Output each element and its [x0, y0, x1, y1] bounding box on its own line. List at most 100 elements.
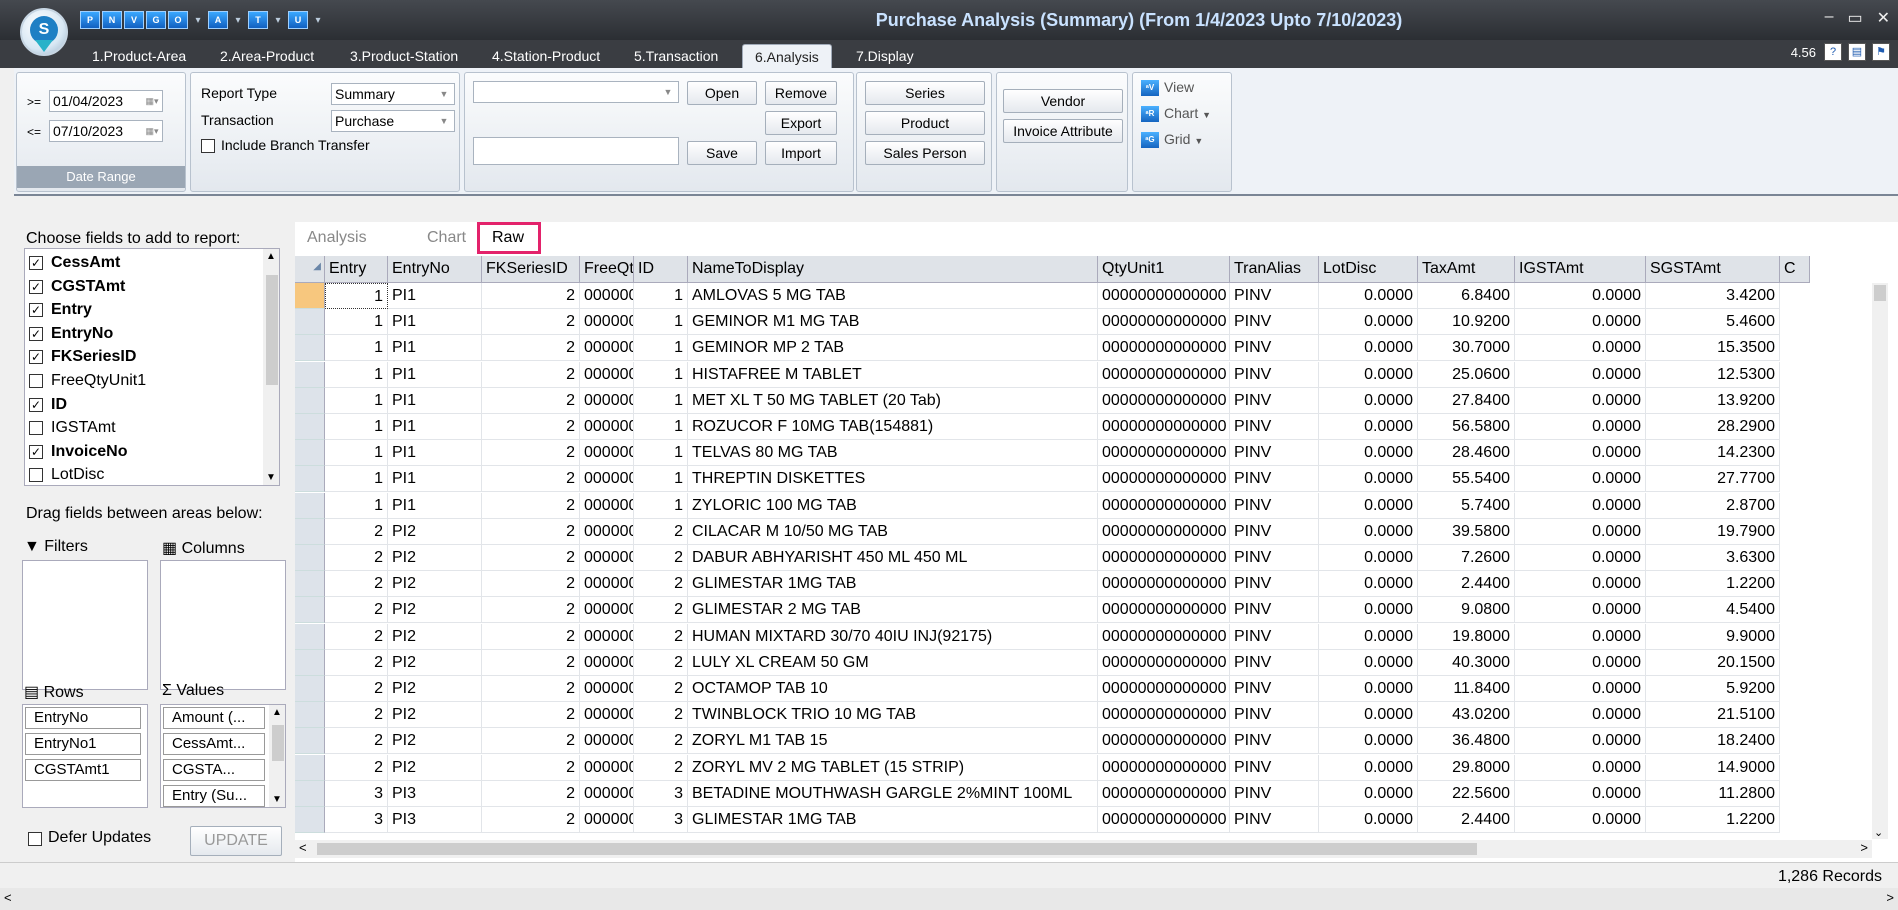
tab-analysis-grid[interactable]: Analysis Grid: [295, 222, 379, 278]
sales-person-button[interactable]: Sales Person: [865, 141, 985, 165]
table-cell[interactable]: PINV: [1230, 702, 1319, 729]
table-row[interactable]: 2PI22000000000000002GLIMESTAR 1MG TAB000…: [295, 571, 1780, 598]
table-cell[interactable]: 0.0000: [1515, 335, 1646, 362]
table-cell[interactable]: PINV: [1230, 545, 1319, 571]
column-header[interactable]: LotDisc: [1319, 256, 1418, 283]
table-cell[interactable]: BETADINE MOUTHWASH GARGLE 2%MINT 100ML: [688, 780, 1098, 807]
from-date-field[interactable]: 01/04/2023 ▦▾: [49, 90, 163, 112]
column-header[interactable]: NameToDisplay: [688, 256, 1098, 283]
remove-button[interactable]: Remove: [765, 81, 837, 105]
table-cell[interactable]: 11.2800: [1646, 780, 1780, 807]
table-cell[interactable]: MET XL T 50 MG TABLET (20 Tab): [688, 387, 1098, 414]
table-cell[interactable]: 00000000000000: [1098, 702, 1230, 729]
zone-field-item[interactable]: CessAmt...: [163, 733, 265, 755]
table-cell[interactable]: 2: [482, 754, 580, 781]
row-indicator[interactable]: [295, 361, 325, 388]
table-cell[interactable]: 00000000000000: [1098, 623, 1230, 650]
close-icon[interactable]: ✕: [1877, 8, 1890, 28]
table-cell[interactable]: PI2: [388, 728, 482, 755]
table-cell[interactable]: 0.0000: [1319, 754, 1418, 781]
table-cell[interactable]: HUMAN MIXTARD 30/70 40IU INJ(92175): [688, 623, 1098, 650]
filters-zone[interactable]: [22, 560, 148, 690]
table-row[interactable]: 3PI32000000000000003GLIMESTAR 1MG TAB000…: [295, 807, 1780, 833]
table-cell[interactable]: TWINBLOCK TRIO 10 MG TAB: [688, 702, 1098, 729]
table-cell[interactable]: 00000000000000: [1098, 649, 1230, 676]
table-cell[interactable]: 1: [325, 466, 388, 493]
table-row[interactable]: 1PI12000000000000001AMLOVAS 5 MG TAB0000…: [295, 283, 1780, 309]
table-cell[interactable]: 0.0000: [1319, 361, 1418, 388]
table-cell[interactable]: 00000000000000: [1098, 492, 1230, 519]
table-cell[interactable]: ZYLORIC 100 MG TAB: [688, 492, 1098, 519]
scroll-right-icon[interactable]: >: [1886, 890, 1894, 905]
table-cell[interactable]: PI1: [388, 361, 482, 388]
table-cell[interactable]: 2: [482, 466, 580, 493]
table-cell[interactable]: PINV: [1230, 387, 1319, 414]
table-cell[interactable]: 2: [325, 728, 388, 755]
table-cell[interactable]: 2: [634, 623, 688, 650]
table-cell[interactable]: PINV: [1230, 623, 1319, 650]
grid-hscrollbar[interactable]: < >: [295, 840, 1872, 858]
table-cell[interactable]: 00000000000000: [580, 807, 634, 833]
select-all-corner[interactable]: ◢: [295, 256, 325, 283]
table-cell[interactable]: 1.2200: [1646, 571, 1780, 598]
table-cell[interactable]: 11.8400: [1418, 676, 1515, 702]
table-cell[interactable]: 00000000000000: [1098, 807, 1230, 833]
table-cell[interactable]: 00000000000000: [580, 649, 634, 676]
table-cell[interactable]: 4.5400: [1646, 597, 1780, 624]
table-cell[interactable]: 1: [634, 283, 688, 309]
tab-station-product[interactable]: 4.Station-Product: [486, 44, 606, 68]
table-cell[interactable]: PI2: [388, 545, 482, 571]
table-cell[interactable]: 56.5800: [1418, 414, 1515, 440]
table-cell[interactable]: 29.8000: [1418, 754, 1515, 781]
table-cell[interactable]: PI1: [388, 414, 482, 440]
table-cell[interactable]: CILACAR M 10/50 MG TAB: [688, 518, 1098, 545]
table-cell[interactable]: 1: [325, 492, 388, 519]
table-cell[interactable]: 0.0000: [1515, 283, 1646, 309]
table-cell[interactable]: 0.0000: [1515, 309, 1646, 336]
table-cell[interactable]: 00000000000000: [580, 492, 634, 519]
field-item[interactable]: ✓ EntryNo: [29, 322, 113, 346]
table-row[interactable]: 2PI22000000000000002LULY XL CREAM 50 GM0…: [295, 649, 1780, 676]
table-cell[interactable]: 2: [325, 545, 388, 571]
document-icon[interactable]: ▤: [1848, 43, 1866, 61]
rows-zone[interactable]: EntryNo EntryNo1 CGSTAmt1: [22, 704, 148, 808]
table-cell[interactable]: 2: [325, 623, 388, 650]
layout-select[interactable]: ▼: [473, 81, 679, 103]
app-logo[interactable]: S: [20, 8, 68, 56]
table-cell[interactable]: 2.4400: [1418, 571, 1515, 598]
table-cell[interactable]: 9.0800: [1418, 597, 1515, 624]
grid-hscroll-thumb[interactable]: [317, 843, 1477, 855]
row-indicator[interactable]: [295, 440, 325, 467]
table-cell[interactable]: 00000000000000: [580, 361, 634, 388]
table-cell[interactable]: 2: [634, 649, 688, 676]
table-cell[interactable]: 00000000000000: [1098, 518, 1230, 545]
to-date-field[interactable]: 07/10/2023 ▦▾: [49, 120, 163, 142]
table-cell[interactable]: 3: [325, 807, 388, 833]
table-cell[interactable]: 1: [634, 309, 688, 336]
table-cell[interactable]: HISTAFREE M TABLET: [688, 361, 1098, 388]
row-indicator[interactable]: [295, 623, 325, 650]
table-cell[interactable]: PINV: [1230, 283, 1319, 309]
columns-zone[interactable]: [160, 560, 286, 690]
table-cell[interactable]: PINV: [1230, 571, 1319, 598]
field-checkbox[interactable]: [29, 421, 43, 436]
scroll-left-icon[interactable]: <: [4, 890, 12, 905]
table-cell[interactable]: PINV: [1230, 309, 1319, 336]
table-row[interactable]: 2PI22000000000000002ZORYL MV 2 MG TABLET…: [295, 754, 1780, 781]
table-cell[interactable]: 3.6300: [1646, 545, 1780, 571]
table-cell[interactable]: 2: [482, 623, 580, 650]
field-checkbox[interactable]: ✓: [29, 350, 43, 365]
field-list-scrollbar[interactable]: ▲ ▼: [263, 249, 279, 485]
table-cell[interactable]: 2: [482, 309, 580, 336]
table-cell[interactable]: 0.0000: [1515, 492, 1646, 519]
grid-button[interactable]: ᵃG Grid ▼: [1141, 131, 1203, 149]
table-cell[interactable]: 2.4400: [1418, 807, 1515, 833]
table-cell[interactable]: 27.8400: [1418, 387, 1515, 414]
table-cell[interactable]: 00000000000000: [580, 702, 634, 729]
table-cell[interactable]: 0.0000: [1319, 597, 1418, 624]
table-cell[interactable]: 19.7900: [1646, 518, 1780, 545]
field-item[interactable]: FreeQtyUnit1: [29, 369, 146, 393]
table-cell[interactable]: 0.0000: [1515, 649, 1646, 676]
table-cell[interactable]: 5.9200: [1646, 676, 1780, 702]
table-cell[interactable]: 00000000000000: [1098, 676, 1230, 702]
